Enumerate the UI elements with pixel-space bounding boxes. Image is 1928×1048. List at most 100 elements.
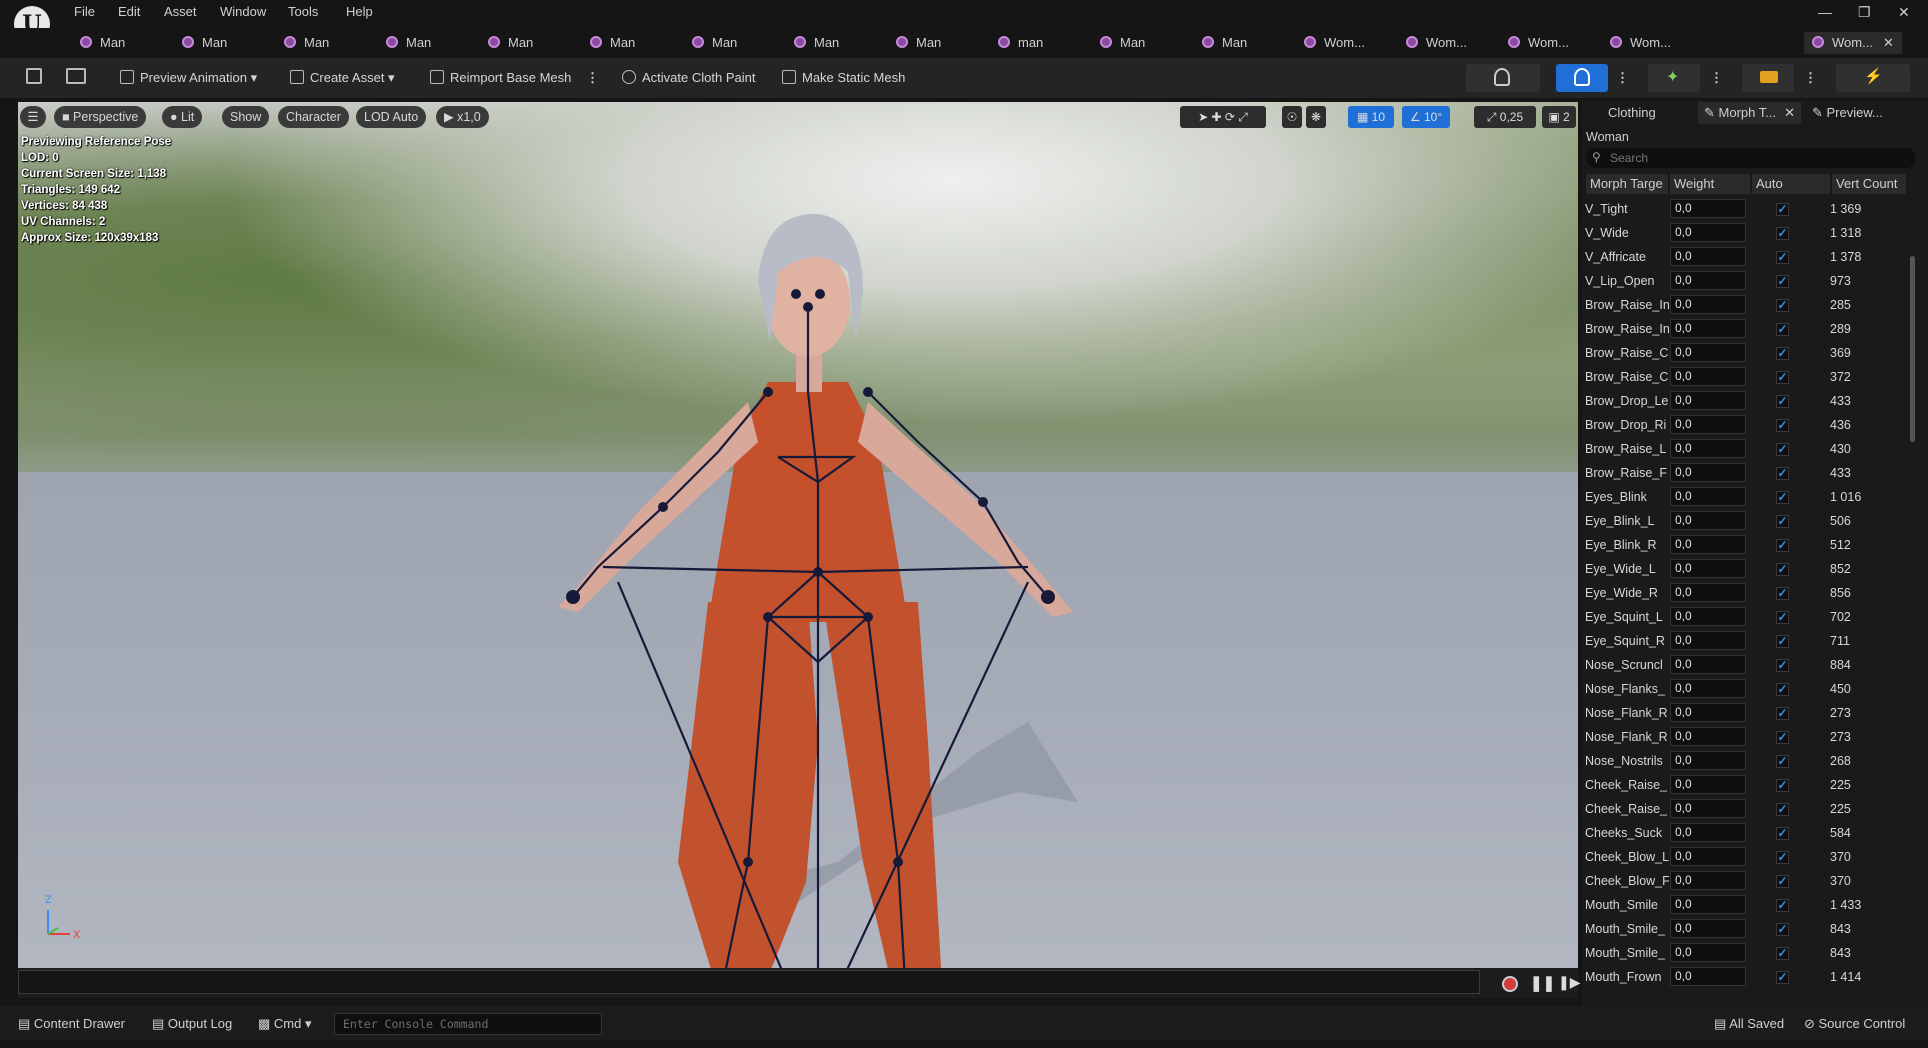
preview-viewport[interactable]: Z X ☰ ■ Perspective ● Lit Show Character… — [18, 102, 1578, 968]
morph-target-row[interactable]: Eye_Wide_L 0,0 ✓ 852 — [1584, 557, 1908, 581]
morph-target-row[interactable]: Mouth_Smile_ 0,0 ✓ 843 — [1584, 941, 1908, 965]
weight-field[interactable]: 0,0 — [1670, 847, 1746, 866]
menu-help[interactable]: Help — [346, 2, 373, 22]
morph-target-row[interactable]: Eye_Wide_R 0,0 ✓ 856 — [1584, 581, 1908, 605]
perspective-button[interactable]: ■ Perspective — [54, 106, 147, 128]
cmd-button[interactable]: ▩ Cmd ▾ — [258, 1014, 312, 1034]
menu-edit[interactable]: Edit — [118, 2, 140, 22]
weight-field[interactable]: 0,0 — [1670, 295, 1746, 314]
col-auto[interactable]: Auto — [1752, 174, 1830, 194]
preview-animation-button[interactable]: Preview Animation ▾ — [120, 68, 257, 88]
weight-field[interactable]: 0,0 — [1670, 775, 1746, 794]
show-button[interactable]: Show — [222, 106, 270, 128]
blueprint-options-icon[interactable]: ⋮ — [1804, 68, 1817, 88]
morph-target-row[interactable]: Cheek_Blow_F 0,0 ✓ 370 — [1584, 869, 1908, 893]
console-command-input[interactable]: Enter Console Command — [334, 1013, 602, 1035]
weight-field[interactable]: 0,0 — [1670, 415, 1746, 434]
weight-field[interactable]: 0,0 — [1670, 895, 1746, 914]
weight-field[interactable]: 0,0 — [1670, 607, 1746, 626]
tab-morph-targets[interactable]: ✎ Morph T... ✕ — [1698, 102, 1801, 124]
auto-checkbox[interactable]: ✓ — [1776, 875, 1789, 888]
morph-target-row[interactable]: Nose_Nostrils 0,0 ✓ 268 — [1584, 749, 1908, 773]
weight-field[interactable]: 0,0 — [1670, 631, 1746, 650]
menu-tools[interactable]: Tools — [288, 2, 318, 22]
weight-field[interactable]: 0,0 — [1670, 271, 1746, 290]
morph-target-row[interactable]: Mouth_Smile_ 0,0 ✓ 843 — [1584, 917, 1908, 941]
morph-target-row[interactable]: Nose_Flank_R 0,0 ✓ 273 — [1584, 725, 1908, 749]
restore-icon[interactable]: ❐ — [1858, 4, 1871, 21]
auto-checkbox[interactable]: ✓ — [1776, 947, 1789, 960]
camera-speed-button[interactable]: ▣ 2 — [1542, 106, 1576, 128]
morph-target-row[interactable]: Cheek_Blow_L 0,0 ✓ 370 — [1584, 845, 1908, 869]
weight-field[interactable]: 0,0 — [1670, 487, 1746, 506]
morph-target-row[interactable]: Cheeks_Suck 0,0 ✓ 584 — [1584, 821, 1908, 845]
pause-icon[interactable]: ❚❚ — [1530, 974, 1555, 992]
auto-checkbox[interactable]: ✓ — [1776, 971, 1789, 984]
asset-tab[interactable]: Man — [1202, 32, 1247, 54]
morph-target-row[interactable]: Nose_Flanks_ 0,0 ✓ 450 — [1584, 677, 1908, 701]
morph-target-row[interactable]: Eye_Squint_R 0,0 ✓ 711 — [1584, 629, 1908, 653]
morph-target-row[interactable]: Brow_Raise_C 0,0 ✓ 372 — [1584, 365, 1908, 389]
auto-checkbox[interactable]: ✓ — [1776, 347, 1789, 360]
morph-target-row[interactable]: Eyes_Blink 0,0 ✓ 1 016 — [1584, 485, 1908, 509]
asset-tab[interactable]: Man — [1100, 32, 1145, 54]
weight-field[interactable]: 0,0 — [1670, 511, 1746, 530]
col-vert-count[interactable]: Vert Count — [1832, 174, 1906, 194]
weight-field[interactable]: 0,0 — [1670, 463, 1746, 482]
grid-snap-button[interactable]: ▦ 10 — [1348, 106, 1394, 128]
weight-field[interactable]: 0,0 — [1670, 823, 1746, 842]
asset-tab[interactable]: Man — [284, 32, 329, 54]
auto-checkbox[interactable]: ✓ — [1776, 419, 1789, 432]
activate-cloth-paint-button[interactable]: Activate Cloth Paint — [622, 68, 755, 88]
asset-tab-active[interactable]: Wom... ✕ — [1804, 32, 1902, 54]
auto-checkbox[interactable]: ✓ — [1776, 779, 1789, 792]
rotation-snap-button[interactable]: ∠ 10° — [1402, 106, 1450, 128]
auto-checkbox[interactable]: ✓ — [1776, 227, 1789, 240]
morph-target-row[interactable]: Brow_Raise_L 0,0 ✓ 430 — [1584, 437, 1908, 461]
auto-checkbox[interactable]: ✓ — [1776, 707, 1789, 720]
col-weight[interactable]: Weight — [1670, 174, 1750, 194]
auto-checkbox[interactable]: ✓ — [1776, 323, 1789, 336]
auto-checkbox[interactable]: ✓ — [1776, 899, 1789, 912]
auto-checkbox[interactable]: ✓ — [1776, 851, 1789, 864]
auto-checkbox[interactable]: ✓ — [1776, 731, 1789, 744]
auto-checkbox[interactable]: ✓ — [1776, 659, 1789, 672]
morph-target-row[interactable]: V_Lip_Open 0,0 ✓ 973 — [1584, 269, 1908, 293]
auto-checkbox[interactable]: ✓ — [1776, 491, 1789, 504]
asset-tab[interactable]: Wom... — [1304, 32, 1365, 54]
weight-field[interactable]: 0,0 — [1670, 367, 1746, 386]
asset-tab[interactable]: Man — [590, 32, 635, 54]
asset-tab[interactable]: Wom... — [1610, 32, 1671, 54]
weight-field[interactable]: 0,0 — [1670, 439, 1746, 458]
morph-target-row[interactable]: Nose_Flank_R 0,0 ✓ 273 — [1584, 701, 1908, 725]
content-drawer-button[interactable]: ▤ Content Drawer — [18, 1014, 125, 1034]
weight-field[interactable]: 0,0 — [1670, 223, 1746, 242]
close-window-icon[interactable]: ✕ — [1898, 4, 1910, 21]
weight-field[interactable]: 0,0 — [1670, 967, 1746, 986]
morph-target-row[interactable]: Eye_Squint_L 0,0 ✓ 702 — [1584, 605, 1908, 629]
morph-target-row[interactable]: Brow_Raise_In 0,0 ✓ 289 — [1584, 317, 1908, 341]
auto-checkbox[interactable]: ✓ — [1776, 803, 1789, 816]
mode-options-icon[interactable]: ⋮ — [1616, 68, 1629, 88]
source-control-button[interactable]: ⊘ Source Control — [1804, 1014, 1905, 1034]
menu-asset[interactable]: Asset — [164, 2, 197, 22]
panel-scrollbar[interactable] — [1910, 256, 1915, 442]
asset-tab[interactable]: Man — [896, 32, 941, 54]
menu-file[interactable]: File — [74, 2, 95, 22]
morph-target-row[interactable]: Brow_Raise_F 0,0 ✓ 433 — [1584, 461, 1908, 485]
morph-target-row[interactable]: V_Wide 0,0 ✓ 1 318 — [1584, 221, 1908, 245]
morph-target-row[interactable]: Cheek_Raise_ 0,0 ✓ 225 — [1584, 773, 1908, 797]
scale-snap-button[interactable]: ⤢ 0,25 — [1474, 106, 1536, 128]
auto-checkbox[interactable]: ✓ — [1776, 563, 1789, 576]
auto-checkbox[interactable]: ✓ — [1776, 587, 1789, 600]
minimize-icon[interactable]: — — [1818, 4, 1832, 20]
anim-options-icon[interactable]: ⋮ — [1710, 68, 1723, 88]
weight-field[interactable]: 0,0 — [1670, 343, 1746, 362]
auto-checkbox[interactable]: ✓ — [1776, 443, 1789, 456]
morph-target-row[interactable]: Brow_Drop_Ri 0,0 ✓ 436 — [1584, 413, 1908, 437]
auto-checkbox[interactable]: ✓ — [1776, 755, 1789, 768]
asset-tab[interactable]: Man — [386, 32, 431, 54]
character-button[interactable]: Character — [278, 106, 349, 128]
weight-field[interactable]: 0,0 — [1670, 703, 1746, 722]
weight-field[interactable]: 0,0 — [1670, 799, 1746, 818]
